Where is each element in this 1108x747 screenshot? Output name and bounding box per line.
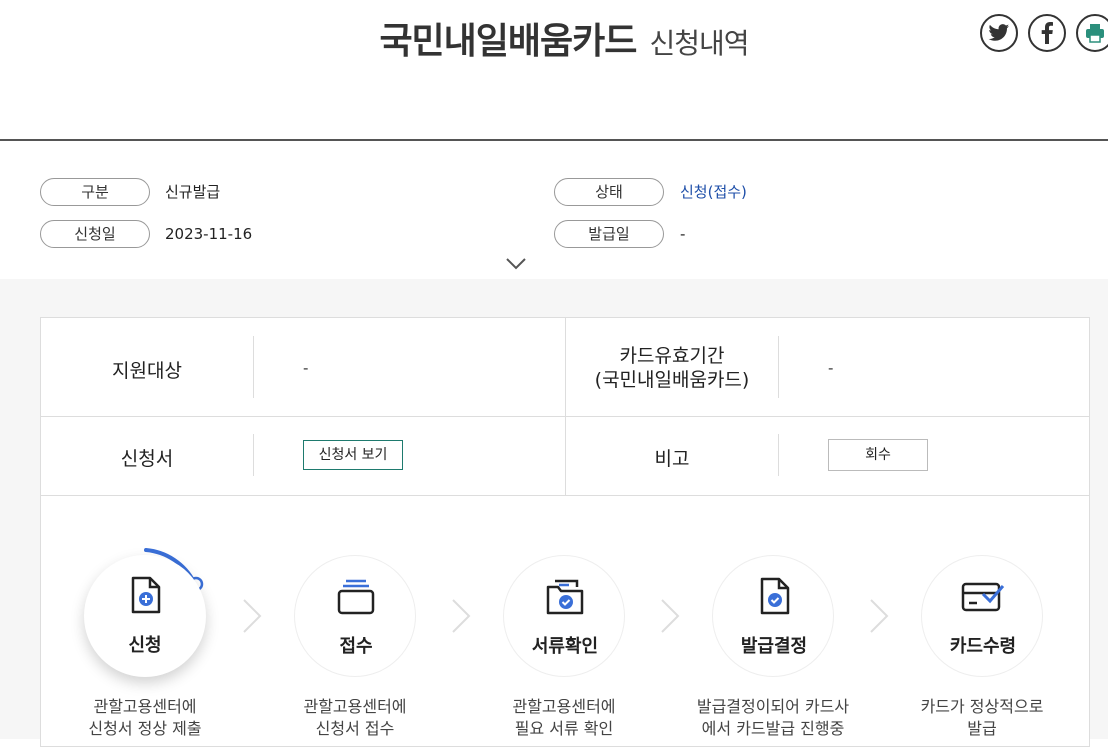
share-buttons <box>980 14 1108 52</box>
recall-button[interactable]: 회수 <box>828 439 928 471</box>
chevron-right-icon <box>658 596 682 640</box>
twitter-icon[interactable] <box>980 14 1018 52</box>
cell-separator <box>253 336 254 398</box>
status-label: 상태 <box>554 178 664 206</box>
chevron-right-icon <box>449 596 473 640</box>
apply-date-value: 2023-11-16 <box>165 225 253 243</box>
step-description-line: 관할고용센터에 <box>512 697 616 716</box>
tray-icon <box>337 579 375 615</box>
card-check-icon <box>961 582 1005 612</box>
step-description-line: 카드가 정상적으로 <box>920 697 1044 716</box>
step-receive: 접수 <box>294 555 416 677</box>
step-label: 접수 <box>339 636 373 657</box>
step-card-receipt: 카드수령 <box>921 555 1043 677</box>
detail-row-1: 지원대상 - 카드유효기간 (국민내일배움카드) - <box>41 318 1089 417</box>
chevron-right-icon <box>867 596 891 640</box>
step-description-line: 발급결정이되어 카드사 <box>696 697 850 716</box>
facebook-icon[interactable] <box>1028 14 1066 52</box>
step-document-check: 서류확인 <box>503 555 625 677</box>
view-application-button[interactable]: 신청서 보기 <box>303 440 403 470</box>
page-title: 국민내일배움카드 신청내역 <box>0 12 1108 64</box>
document-check-icon <box>760 577 790 615</box>
step-description-line: 발급 <box>967 719 997 738</box>
cell-separator <box>778 336 779 398</box>
step-description: 관할고용센터에 신청서 정상 제출 <box>60 696 230 740</box>
page-title-main: 국민내일배움카드 <box>379 21 637 62</box>
step-apply: 신청 <box>84 555 206 677</box>
target-label: 지원대상 <box>112 360 182 382</box>
header-divider <box>0 139 1108 141</box>
type-label: 구분 <box>40 178 150 206</box>
validity-label-line2: (국민내일배움카드) <box>594 369 750 391</box>
page-title-sub: 신청내역 <box>649 27 750 60</box>
note-label: 비고 <box>654 448 690 470</box>
detail-row-2: 신청서 신청서 보기 비고 회수 <box>41 416 1089 496</box>
issue-date-value: - <box>680 225 686 243</box>
step-description: 카드가 정상적으로 발급 <box>897 696 1067 740</box>
type-value: 신규발급 <box>165 183 221 201</box>
validity-value: - <box>828 359 834 377</box>
status-value: 신청(접수) <box>680 183 747 201</box>
print-icon[interactable] <box>1076 14 1108 52</box>
step-label: 서류확인 <box>531 636 599 657</box>
step-issue-decision: 발급결정 <box>712 555 834 677</box>
cell-separator <box>253 434 254 476</box>
validity-label-line1: 카드유효기간 <box>619 345 725 367</box>
step-description-line: 신청서 접수 <box>315 719 395 738</box>
step-description-line: 관할고용센터에 <box>303 697 407 716</box>
validity-label: 카드유효기간 (국민내일배움카드) <box>566 344 778 392</box>
detail-card: 지원대상 - 카드유효기간 (국민내일배움카드) - 신청서 신청서 보기 비고… <box>40 317 1090 747</box>
step-label: 카드수령 <box>949 636 1017 657</box>
folder-check-icon <box>546 579 584 615</box>
target-value: - <box>303 359 309 377</box>
step-description: 관할고용센터에 필요 서류 확인 <box>479 696 649 740</box>
step-description-line: 필요 서류 확인 <box>514 719 614 738</box>
application-label: 신청서 <box>120 448 174 470</box>
step-description: 관할고용센터에 신청서 접수 <box>270 696 440 740</box>
document-plus-icon <box>131 576 161 614</box>
step-label: 신청 <box>128 635 162 656</box>
step-description: 발급결정이되어 카드사 에서 카드발급 진행중 <box>688 696 858 740</box>
apply-date-label: 신청일 <box>40 220 150 248</box>
chevron-down-icon[interactable] <box>505 256 527 275</box>
cell-separator <box>778 434 779 476</box>
chevron-right-icon <box>240 596 264 640</box>
step-description-line: 신청서 정상 제출 <box>88 719 202 738</box>
step-label: 발급결정 <box>740 636 808 657</box>
step-description-line: 에서 카드발급 진행중 <box>701 719 845 738</box>
step-description-line: 관할고용센터에 <box>93 697 197 716</box>
issue-date-label: 발급일 <box>554 220 664 248</box>
